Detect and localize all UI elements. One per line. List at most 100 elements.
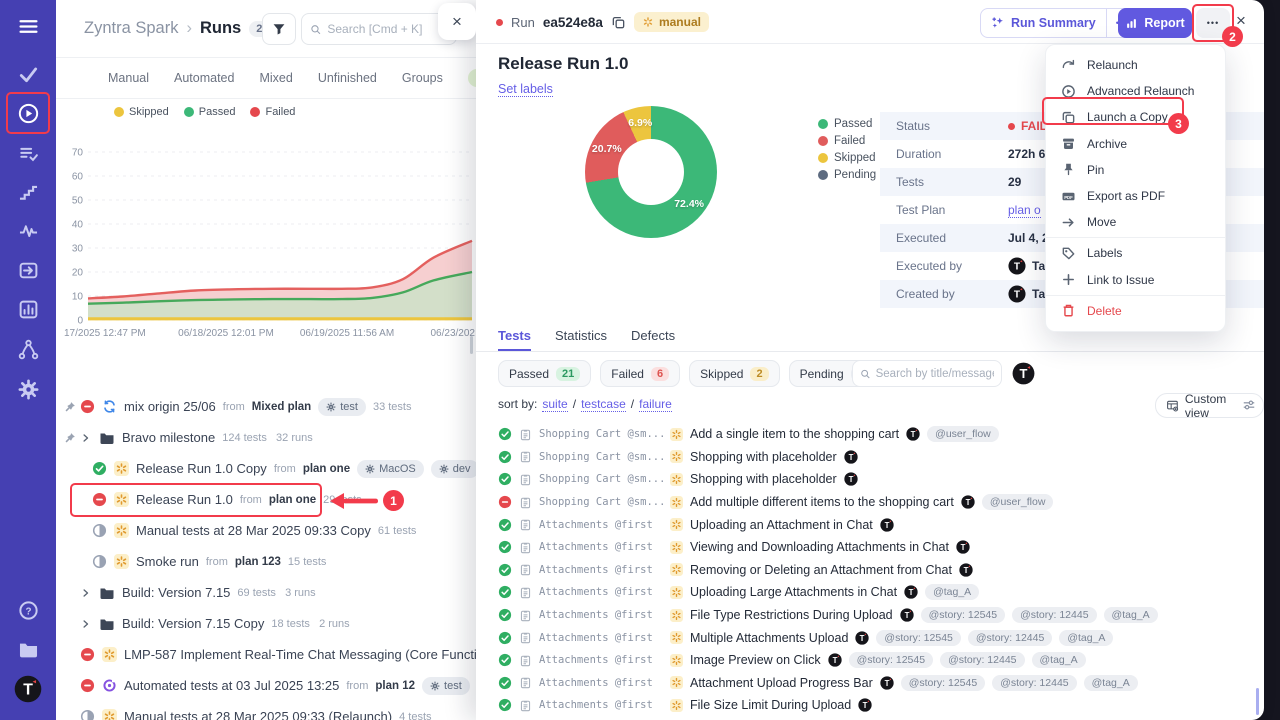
chevron-right-icon[interactable]	[80, 587, 92, 599]
test-title[interactable]: Add a single item to the shopping cart	[690, 427, 899, 441]
test-list-item[interactable]: Attachments @first Removing or Deleting …	[476, 559, 1254, 582]
view-settings-icon[interactable]	[1242, 398, 1256, 412]
test-title[interactable]: Shopping with placeholder	[690, 450, 837, 464]
run-list-item[interactable]: Release Run 1.0 Copy from plan one MacOS…	[56, 453, 476, 484]
run-title[interactable]: Automated tests at 03 Jul 2025 13:25	[124, 678, 339, 693]
menu-item-move[interactable]: Move	[1046, 209, 1225, 235]
run-plan-link[interactable]: plan 123	[235, 556, 281, 568]
filter-chip-passed[interactable]: Passed21	[498, 360, 591, 387]
tab-statistics[interactable]: Statistics	[555, 328, 607, 351]
menu-item-relaunch[interactable]: Relaunch	[1046, 52, 1225, 78]
menu-item-labels[interactable]: Labels	[1046, 240, 1225, 266]
sort-by-failure[interactable]: failure	[639, 397, 672, 412]
panel-close-button[interactable]: ×	[438, 3, 476, 40]
test-title[interactable]: Shopping with placeholder	[690, 472, 837, 486]
run-title[interactable]: Manual tests at 28 Mar 2025 09:33 (Relau…	[124, 709, 392, 720]
reports-chart-icon[interactable]	[8, 289, 48, 329]
test-tag[interactable]: @story: 12445	[968, 630, 1052, 646]
run-plan-link[interactable]: plan 12	[375, 680, 415, 692]
test-tag[interactable]: @user_flow	[927, 426, 999, 442]
check-icon[interactable]	[8, 53, 48, 93]
run-title[interactable]: Smoke run	[136, 554, 199, 569]
run-title[interactable]: Build: Version 7.15	[122, 585, 230, 600]
copy-icon[interactable]	[611, 15, 626, 30]
test-list-item[interactable]: Attachments @first Multiple Attachments …	[476, 626, 1254, 649]
run-list-item[interactable]: Bravo milestone 124 tests 32 runs	[56, 422, 476, 453]
menu-item-pin[interactable]: Pin	[1046, 157, 1225, 183]
test-list-item[interactable]: Shopping Cart @sm... Add multiple differ…	[476, 491, 1254, 514]
chevron-right-icon[interactable]	[80, 618, 92, 630]
test-tag[interactable]: @story: 12445	[992, 675, 1076, 691]
field-value[interactable]: plan o	[1008, 203, 1041, 218]
test-title[interactable]: Viewing and Downloading Attachments in C…	[690, 540, 949, 554]
help-icon[interactable]: ?	[8, 590, 48, 630]
menu-item-archive[interactable]: Archive	[1046, 131, 1225, 157]
settings-gear-icon[interactable]	[8, 369, 48, 409]
test-tag[interactable]: @tag_A	[1032, 652, 1086, 668]
run-plan-link[interactable]: plan one	[303, 463, 350, 475]
test-list-item[interactable]: Attachments @first Image Preview on Clic…	[476, 649, 1254, 672]
test-title[interactable]: File Type Restrictions During Upload	[690, 608, 893, 622]
test-title[interactable]: File Size Limit During Upload	[690, 698, 851, 712]
assignee-avatar[interactable]: T	[1012, 362, 1035, 385]
run-list-item[interactable]: LMP-587 Implement Real-Time Chat Messagi…	[56, 639, 476, 670]
test-list-item[interactable]: Attachments @first Attachment Upload Pro…	[476, 672, 1254, 695]
run-list-item[interactable]: Automated tests at 03 Jul 2025 13:25 fro…	[56, 670, 476, 701]
run-list-item[interactable]: Manual tests at 28 Mar 2025 09:33 (Relau…	[56, 701, 476, 720]
run-title[interactable]: Bravo milestone	[122, 430, 215, 445]
shared-steps-icon[interactable]	[8, 171, 48, 211]
test-tag[interactable]: @story: 12545	[849, 652, 933, 668]
test-list-item[interactable]: Attachments @first Uploading an Attachme…	[476, 513, 1254, 536]
filter-chip-skipped[interactable]: Skipped2	[689, 360, 780, 387]
projects-folder-icon[interactable]	[8, 629, 48, 669]
test-tag[interactable]: @story: 12545	[876, 630, 960, 646]
tests-search-input[interactable]	[876, 368, 994, 380]
run-list-item[interactable]: Smoke run from plan 123 15 tests	[56, 546, 476, 577]
menu-item-link-to-issue[interactable]: Link to Issue	[1046, 267, 1225, 293]
tab-defects[interactable]: Defects	[631, 328, 675, 351]
test-title[interactable]: Add multiple different items to the shop…	[690, 495, 954, 509]
run-title[interactable]: Release Run 1.0 Copy	[136, 461, 267, 476]
test-list-item[interactable]: Shopping Cart @sm... Shopping with place…	[476, 446, 1254, 469]
test-tag[interactable]: @story: 12445	[940, 652, 1024, 668]
run-title[interactable]: LMP-587 Implement Real-Time Chat Messagi…	[124, 647, 476, 662]
run-list-item[interactable]: Manual tests at 28 Mar 2025 09:33 Copy 6…	[56, 515, 476, 546]
filter-chip-failed[interactable]: Failed6	[600, 360, 680, 387]
run-list-item[interactable]: Build: Version 7.15 69 tests 3 runs	[56, 577, 476, 608]
run-title[interactable]: Manual tests at 28 Mar 2025 09:33 Copy	[136, 523, 371, 538]
run-list-item[interactable]: mix origin 25/06 from Mixed plan test33 …	[56, 391, 476, 422]
test-cases-icon[interactable]	[8, 133, 48, 173]
test-tag[interactable]: @story: 12445	[1012, 607, 1096, 623]
report-button[interactable]: Report	[1118, 8, 1192, 38]
milestones-branch-icon[interactable]	[8, 329, 48, 369]
test-list-item[interactable]: Attachments @first File Type Restriction…	[476, 604, 1254, 627]
test-list-item[interactable]: Attachments @first Uploading Large Attac…	[476, 581, 1254, 604]
run-summary-button[interactable]: Run Summary •••	[980, 8, 1138, 38]
test-tag[interactable]: @tag_A	[1104, 607, 1158, 623]
inbox-import-icon[interactable]	[8, 250, 48, 290]
run-list-item[interactable]: Build: Version 7.15 Copy 18 tests 2 runs	[56, 608, 476, 639]
test-title[interactable]: Image Preview on Click	[690, 653, 821, 667]
run-title[interactable]: Build: Version 7.15 Copy	[122, 616, 264, 631]
sort-by-testcase[interactable]: testcase	[581, 397, 626, 412]
test-tag[interactable]: @story: 12545	[921, 607, 1005, 623]
test-title[interactable]: Attachment Upload Progress Bar	[690, 676, 873, 690]
test-tag[interactable]: @tag_A	[1084, 675, 1138, 691]
activity-pulse-icon[interactable]	[8, 210, 48, 250]
test-tag[interactable]: @tag_A	[925, 584, 979, 600]
menu-icon[interactable]	[8, 6, 48, 46]
test-tag[interactable]: @user_flow	[982, 494, 1054, 510]
menu-item-export-as-pdf[interactable]: PDFExport as PDF	[1046, 183, 1225, 209]
tab-tests[interactable]: Tests	[498, 328, 531, 351]
test-list-item[interactable]: Attachments @first File Size Limit Durin…	[476, 694, 1254, 717]
test-tag[interactable]: @tag_A	[1059, 630, 1113, 646]
sort-by-suite[interactable]: suite	[542, 397, 567, 412]
test-title[interactable]: Removing or Deleting an Attachment from …	[690, 563, 952, 577]
test-list-item[interactable]: Attachments @first Viewing and Downloadi…	[476, 536, 1254, 559]
set-labels-link[interactable]: Set labels	[498, 82, 553, 97]
chevron-right-icon[interactable]	[80, 432, 92, 444]
test-list-item[interactable]: Shopping Cart @sm... Shopping with place…	[476, 468, 1254, 491]
user-avatar[interactable]: T	[14, 675, 42, 703]
test-title[interactable]: Uploading Large Attachments in Chat	[690, 585, 897, 599]
right-scrollbar-thumb[interactable]	[1256, 688, 1259, 715]
